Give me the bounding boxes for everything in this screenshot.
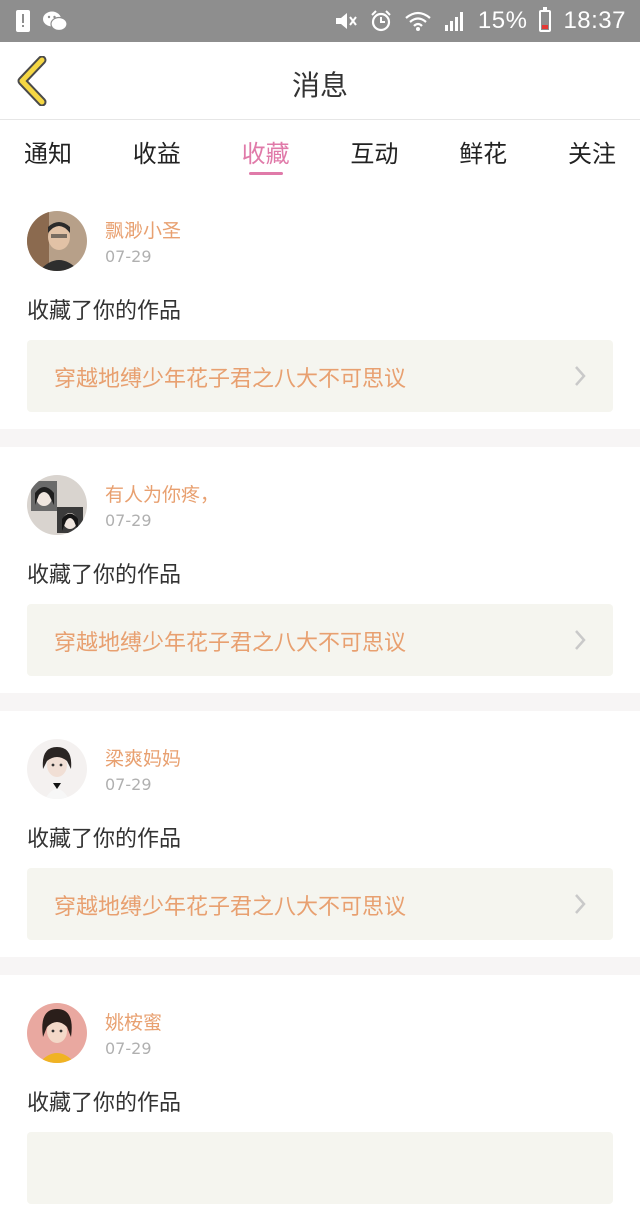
status-time: 18:37 (563, 7, 626, 34)
message-card: 梁爽妈妈 07-29 收藏了你的作品 穿越地缚少年花子君之八大不可思议 (0, 711, 640, 957)
page-title: 消息 (291, 69, 348, 102)
signal-icon (444, 12, 463, 31)
status-bar: 15% 18:37 (0, 0, 640, 42)
status-bar-left (16, 10, 68, 32)
separator (0, 693, 640, 711)
avatar[interactable] (27, 1003, 87, 1063)
tab-notifications[interactable]: 通知 (24, 121, 72, 183)
tab-following[interactable]: 关注 (568, 121, 616, 183)
work-title: 穿越地缚少年花子君之八大不可思议 (54, 895, 407, 920)
message-action: 收藏了你的作品 (27, 1091, 182, 1116)
avatar[interactable] (27, 739, 87, 799)
work-title: 穿越地缚少年花子君之八大不可思议 (54, 631, 407, 656)
alarm-icon (371, 10, 391, 32)
message-card: 姚桉蜜 07-29 收藏了你的作品 (0, 975, 640, 1221)
battery-percent: 15% (477, 7, 528, 34)
alert-icon (16, 10, 30, 32)
work-link[interactable]: 穿越地缚少年花子君之八大不可思议 (27, 868, 613, 940)
avatar-image (27, 1003, 87, 1063)
tab-flowers[interactable]: 鲜花 (459, 121, 507, 183)
message-date: 07-29 (105, 247, 152, 266)
tab-bar: 通知 收益 收藏 互动 鲜花 关注 (0, 121, 640, 183)
message-card: 飘渺小圣 07-29 收藏了你的作品 穿越地缚少年花子君之八大不可思议 (0, 183, 640, 429)
nav-bar: 消息 (0, 42, 640, 120)
chevron-right-icon (575, 894, 586, 914)
message-date: 07-29 (105, 775, 152, 794)
tab-label: 关注 (567, 140, 616, 168)
battery-icon (539, 7, 552, 32)
chevron-right-icon (575, 366, 586, 386)
avatar-image (27, 475, 87, 535)
status-bar-right: 15% 18:37 (334, 7, 626, 35)
tab-interactions[interactable]: 互动 (350, 121, 398, 183)
tab-favorites[interactable]: 收藏 (242, 121, 290, 183)
wechat-icon (43, 11, 68, 32)
avatar-image (27, 739, 87, 799)
chevron-right-icon (575, 630, 586, 650)
avatar-image (27, 211, 87, 271)
message-date: 07-29 (105, 511, 152, 530)
avatar[interactable] (27, 211, 87, 271)
tab-label: 收藏 (241, 140, 290, 168)
username[interactable]: 姚桉蜜 (105, 1008, 162, 1035)
username[interactable]: 有人为你疼， (105, 480, 219, 507)
work-link[interactable]: 穿越地缚少年花子君之八大不可思议 (27, 340, 613, 412)
tab-earnings[interactable]: 收益 (133, 121, 181, 183)
tab-label: 互动 (350, 140, 399, 168)
tab-label: 收益 (132, 140, 181, 168)
work-title: 穿越地缚少年花子君之八大不可思议 (54, 367, 407, 392)
message-action: 收藏了你的作品 (27, 563, 182, 588)
tab-label: 鲜花 (459, 140, 508, 168)
message-action: 收藏了你的作品 (27, 827, 182, 852)
message-list: 飘渺小圣 07-29 收藏了你的作品 穿越地缚少年花子君之八大不可思议 有人为你… (0, 183, 640, 1221)
message-date: 07-29 (105, 1039, 152, 1058)
mute-icon (335, 13, 357, 29)
tab-label: 通知 (24, 140, 72, 168)
username[interactable]: 梁爽妈妈 (105, 744, 181, 771)
message-action: 收藏了你的作品 (27, 299, 182, 324)
tab-indicator (248, 172, 283, 175)
username[interactable]: 飘渺小圣 (105, 216, 181, 243)
separator (0, 429, 640, 447)
work-link[interactable]: 穿越地缚少年花子君之八大不可思议 (27, 604, 613, 676)
message-card: 有人为你疼， 07-29 收藏了你的作品 穿越地缚少年花子君之八大不可思议 (0, 447, 640, 693)
separator (0, 957, 640, 975)
avatar[interactable] (27, 475, 87, 535)
work-link[interactable] (27, 1132, 613, 1204)
wifi-icon (405, 11, 431, 31)
